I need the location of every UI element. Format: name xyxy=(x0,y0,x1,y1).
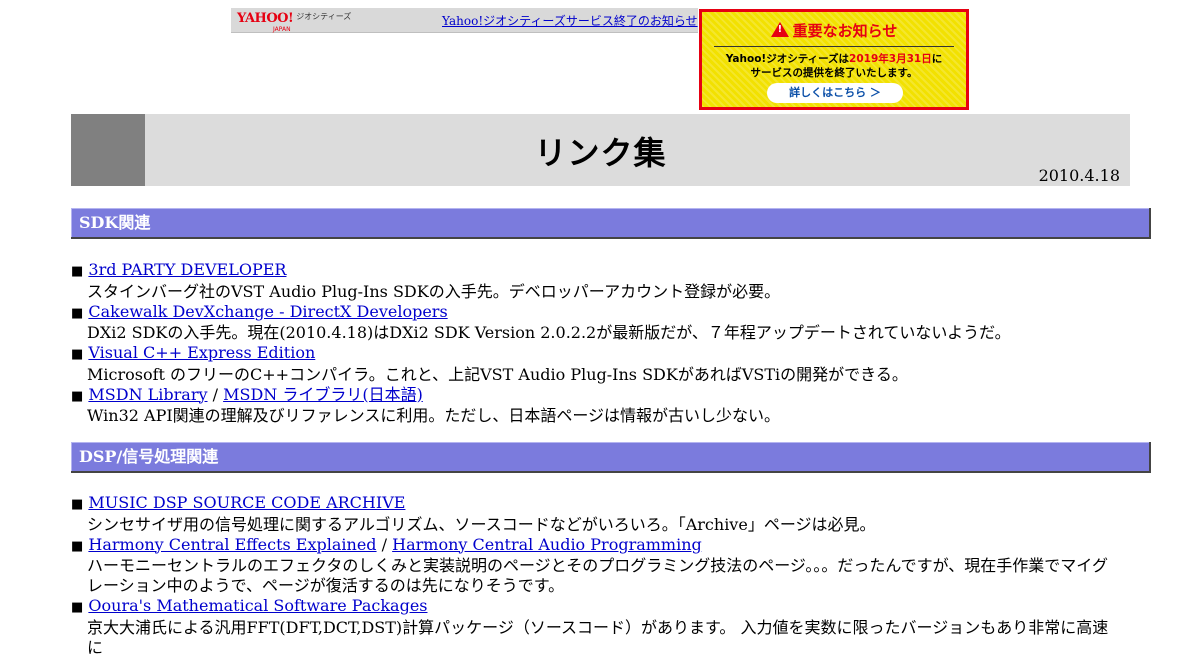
yahoo-geocities-bar: YAHOO! ジオシティーズ JAPAN Yahoo!ジオシティーズサービス終了の… xyxy=(231,8,698,33)
yahoo-logo-region: JAPAN xyxy=(273,26,291,33)
bullet-icon: ■ xyxy=(71,305,84,321)
bullet-icon: ■ xyxy=(71,388,84,404)
section-header-dsp: DSP/信号処理関連 xyxy=(71,442,1151,473)
bullet-icon: ■ xyxy=(71,347,84,362)
link-msdn-library[interactable]: MSDN Library xyxy=(88,385,207,404)
link-separator: / xyxy=(381,534,388,554)
link-separator: / xyxy=(212,384,218,404)
list-item: ■ MSDN Library / MSDN ライブラリ(日本語) Win32 A… xyxy=(71,385,1141,427)
page-title: リンク集 xyxy=(534,134,667,172)
link-3rd-party-developer[interactable]: 3rd PARTY DEVELOPER xyxy=(88,260,286,279)
list-item: ■ Harmony Central Effects Explained / Ha… xyxy=(71,535,1141,597)
notice-body-line2: サービスの提供を終了いたします。 xyxy=(750,67,918,79)
list-item: ■ Cakewalk DevXchange - DirectX Develope… xyxy=(71,302,1141,344)
notice-heading-row: 重要なお知らせ xyxy=(702,20,966,41)
notice-body-prefix: Yahoo!ジオシティーズは xyxy=(725,53,850,65)
entry-description: ハーモニーセントラルのエフェクタのしくみと実装説明のページとそのプログラミング技… xyxy=(87,556,1108,595)
link-harmony-central-audio[interactable]: Harmony Central Audio Programming xyxy=(392,535,702,554)
link-harmony-central-effects[interactable]: Harmony Central Effects Explained xyxy=(88,535,376,554)
section-header-sdk: SDK関連 xyxy=(71,208,1151,239)
notice-heading: 重要なお知らせ xyxy=(792,22,898,40)
link-msdn-library-ja[interactable]: MSDN ライブラリ(日本語) xyxy=(223,385,423,404)
list-item: ■ Ooura's Mathematical Software Packages… xyxy=(71,596,1141,658)
link-ooura-fft[interactable]: Ooura's Mathematical Software Packages xyxy=(88,596,427,615)
important-notice-banner[interactable]: 重要なお知らせ Yahoo!ジオシティーズは2019年3月31日に サービスの提… xyxy=(699,9,969,110)
notice-body-date: 2019年3月31日 xyxy=(849,53,932,65)
bullet-icon: ■ xyxy=(71,538,84,554)
entry-description: Win32 API関連の理解及びリファレンスに利用。ただし、日本語ページは情報が… xyxy=(87,406,781,425)
bullet-icon: ■ xyxy=(71,600,84,615)
notice-body: Yahoo!ジオシティーズは2019年3月31日に サービスの提供を終了いたしま… xyxy=(706,52,962,80)
entry-description: Microsoft のフリーのC++コンパイラ。これと、上記VST Audio … xyxy=(87,364,908,384)
entry-description: スタインバーグ社のVST Audio Plug-Ins SDKの入手先。デベロッ… xyxy=(87,281,781,301)
entry-description: シンセサイザ用の信号処理に関するアルゴリズム、ソースコードなどがいろいろ。「Ar… xyxy=(87,514,876,534)
list-item: ■ MUSIC DSP SOURCE CODE ARCHIVE シンセサイザ用の… xyxy=(71,493,1141,535)
yahoo-logo[interactable]: YAHOO! ジオシティーズ JAPAN xyxy=(237,11,352,33)
service-end-notice-link[interactable]: Yahoo!ジオシティーズサービス終了のお知らせ xyxy=(442,12,698,29)
warning-icon xyxy=(770,22,789,37)
entry-description: DXi2 SDKの入手先。現在(2010.4.18)はDXi2 SDK Vers… xyxy=(87,323,1011,342)
section-entries-dsp: ■ MUSIC DSP SOURCE CODE ARCHIVE シンセサイザ用の… xyxy=(71,493,1141,658)
list-item: ■ Visual C++ Express Edition Microsoft の… xyxy=(71,343,1141,385)
notice-body-suffix: に xyxy=(931,53,943,65)
entry-description: 京大大浦氏による汎用FFT(DFT,DCT,DST)計算パッケージ（ソースコード… xyxy=(87,617,1109,657)
notice-details-button[interactable]: 詳しくはこちら ＞ xyxy=(767,83,903,103)
section-entries-sdk: ■ 3rd PARTY DEVELOPER スタインバーグ社のVST Audio… xyxy=(71,260,1141,426)
list-item: ■ 3rd PARTY DEVELOPER スタインバーグ社のVST Audio… xyxy=(71,260,1141,302)
link-cakewalk-devxchange[interactable]: Cakewalk DevXchange - DirectX Developers xyxy=(88,302,447,321)
link-music-dsp-archive[interactable]: MUSIC DSP SOURCE CODE ARCHIVE xyxy=(88,493,405,512)
link-visual-cpp-express[interactable]: Visual C++ Express Edition xyxy=(88,343,315,362)
page-date: 2010.4.18 xyxy=(1038,166,1120,185)
yahoo-logo-sub: ジオシティーズ xyxy=(296,12,352,21)
title-block: リンク集 2010.4.18 xyxy=(71,114,1130,186)
notice-divider xyxy=(714,46,954,47)
bullet-icon: ■ xyxy=(71,264,84,279)
bullet-icon: ■ xyxy=(71,497,84,512)
